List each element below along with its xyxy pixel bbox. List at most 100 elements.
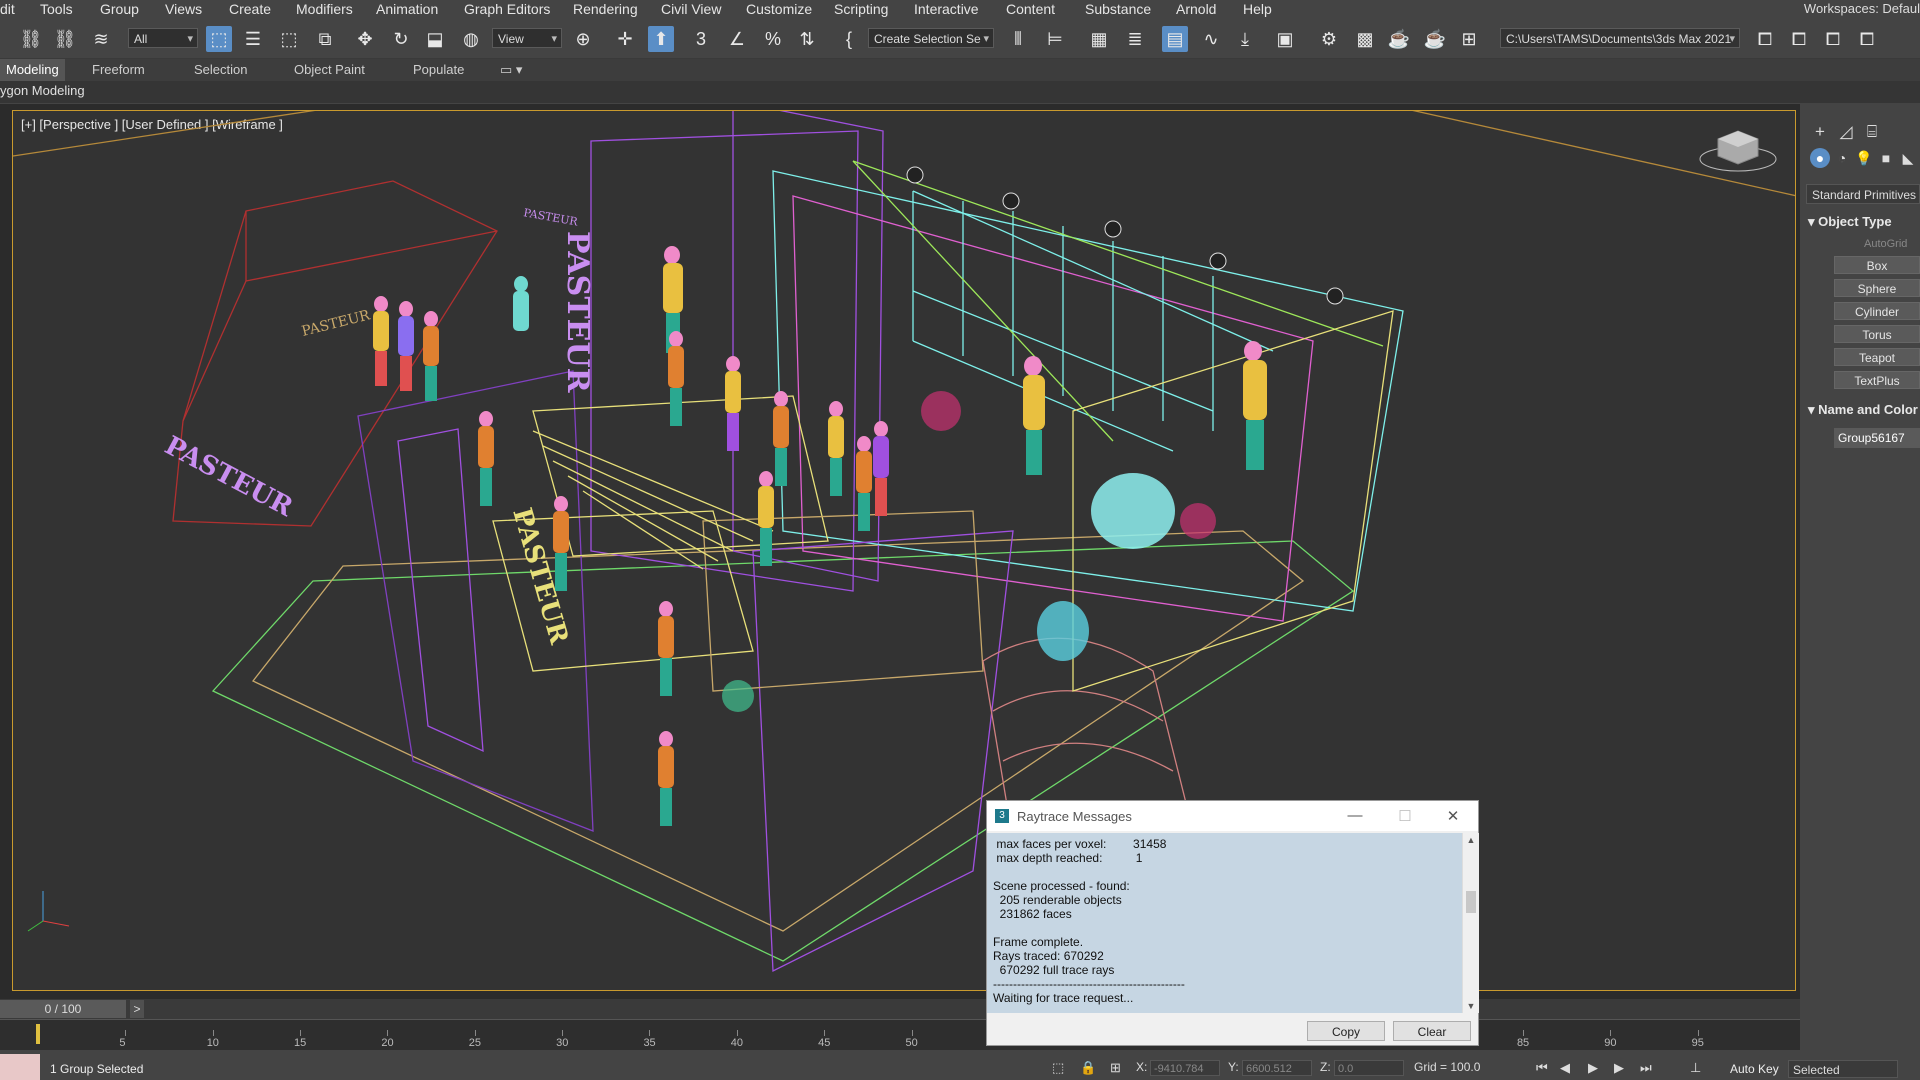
project-folder-select[interactable]: C:\Users\TAMS\Documents\3ds Max 2021	[1500, 28, 1740, 48]
key-filter-select[interactable]: Selected	[1788, 1060, 1898, 1078]
render-iterative-icon[interactable]: ☕	[1422, 26, 1448, 52]
pivot-center-icon[interactable]: ⊕	[570, 26, 596, 52]
percent-snap-icon[interactable]: %	[760, 26, 786, 52]
next-frame-button[interactable]: >	[130, 1000, 144, 1018]
menu-create[interactable]: Create	[229, 0, 271, 20]
helpers-icon[interactable]: ◣	[1898, 148, 1918, 168]
snaps-toggle-icon[interactable]: 3	[688, 26, 714, 52]
menu-tools[interactable]: Tools	[40, 0, 73, 20]
teapot-button[interactable]: Teapot	[1834, 348, 1920, 366]
z-coordinate-field[interactable]: 0.0	[1334, 1060, 1404, 1076]
perspective-viewport[interactable]: [+] [Perspective ] [User Defined ] [Wire…	[12, 110, 1796, 991]
maximize-icon[interactable]: ☐	[1397, 807, 1413, 825]
menu-content[interactable]: Content	[1006, 0, 1055, 20]
tab-modeling[interactable]: Modeling	[0, 59, 65, 81]
menu-customize[interactable]: Customize	[746, 0, 812, 20]
menu-animation[interactable]: Animation	[376, 0, 438, 20]
y-coordinate-field[interactable]: 6600.512	[1242, 1060, 1312, 1076]
named-selection-set-select[interactable]: Create Selection Se	[868, 28, 994, 48]
select-by-name-icon[interactable]: ☰	[240, 26, 266, 52]
menu-arnold[interactable]: Arnold	[1176, 0, 1216, 20]
menu-modifiers[interactable]: Modifiers	[296, 0, 353, 20]
layer-explorer-icon[interactable]: ≣	[1122, 26, 1148, 52]
hierarchy-tab-icon[interactable]: ⌸	[1862, 122, 1882, 142]
tab-freeform[interactable]: Freeform	[92, 59, 145, 81]
menu-group[interactable]: Group	[100, 0, 139, 20]
scroll-up-icon[interactable]: ▲	[1463, 835, 1479, 845]
menu-rendering[interactable]: Rendering	[573, 0, 638, 20]
tab-selection[interactable]: Selection	[194, 59, 247, 81]
previous-frame-icon[interactable]: ◀	[1560, 1060, 1570, 1076]
lights-icon[interactable]: 💡	[1854, 148, 1874, 168]
schematic-view-icon[interactable]: ⤓	[1232, 26, 1258, 52]
time-slider-thumb[interactable]: 0 / 100	[0, 1000, 126, 1018]
modify-tab-icon[interactable]: ◿	[1836, 122, 1856, 142]
scene-explorer-icon[interactable]: ▦	[1086, 26, 1112, 52]
torus-button[interactable]: Torus	[1834, 325, 1920, 343]
message-log[interactable]: max faces per voxel: 31458 max depth rea…	[987, 833, 1462, 1013]
spinner-snap-icon[interactable]: ⇅	[794, 26, 820, 52]
clear-button[interactable]: Clear	[1393, 1021, 1471, 1041]
align-icon[interactable]: ⊨	[1042, 26, 1068, 52]
unlink-icon[interactable]: ⛓	[52, 26, 78, 52]
workspaces-selector[interactable]: Workspaces: Defaul	[1804, 0, 1920, 20]
absolute-mode-icon[interactable]: ⊞	[1110, 1060, 1121, 1076]
next-frame-icon[interactable]: ▶	[1614, 1060, 1624, 1076]
menu-civil-view[interactable]: Civil View	[661, 0, 721, 20]
auto-key-button[interactable]: Auto Key	[1730, 1062, 1779, 1076]
edit-named-selection-icon[interactable]: {	[836, 26, 862, 52]
rect-selection-icon[interactable]: ⬚	[276, 26, 302, 52]
box-button[interactable]: Box	[1834, 256, 1920, 274]
x-coordinate-field[interactable]: -9410.784	[1150, 1060, 1220, 1076]
menu-views[interactable]: Views	[165, 0, 202, 20]
render-production-icon[interactable]: ☕	[1386, 26, 1412, 52]
ribbon-options-icon[interactable]: ▭ ▾	[500, 59, 522, 81]
menu-edit[interactable]: dit	[0, 0, 15, 20]
container-save-icon[interactable]: ⧠	[1820, 26, 1846, 52]
go-to-end-icon[interactable]: ⏭	[1640, 1060, 1652, 1076]
wireframe-scene[interactable]: PASTEUR PASTEUR PASTEUR PASTEUR PASTEUR	[13, 111, 1796, 991]
minimize-icon[interactable]: —	[1347, 807, 1363, 824]
curve-editor-icon[interactable]: ∿	[1198, 26, 1224, 52]
selection-lock-icon[interactable]: ⬚	[1052, 1060, 1064, 1076]
rendered-frame-window-icon[interactable]: ▩	[1352, 26, 1378, 52]
go-to-start-icon[interactable]: ⏮	[1536, 1060, 1548, 1076]
autogrid-checkbox[interactable]: AutoGrid	[1864, 238, 1907, 250]
object-type-rollout[interactable]: ▾ Object Type	[1808, 214, 1892, 230]
close-icon[interactable]: ✕	[1445, 807, 1461, 825]
set-key-icon[interactable]: ⊥	[1690, 1060, 1701, 1076]
ribbon-toggle-icon[interactable]: ▤	[1162, 26, 1188, 52]
message-scrollbar[interactable]: ▲ ▼	[1462, 833, 1479, 1013]
container-open-icon[interactable]: ⧠	[1786, 26, 1812, 52]
copy-button[interactable]: Copy	[1307, 1021, 1385, 1041]
menu-interactive[interactable]: Interactive	[914, 0, 979, 20]
object-name-field[interactable]: Group56167	[1834, 428, 1920, 448]
scrollbar-thumb[interactable]	[1466, 891, 1476, 913]
render-in-cloud-icon[interactable]: ⊞	[1456, 26, 1482, 52]
create-tab-icon[interactable]: +	[1810, 122, 1830, 142]
container-update-icon[interactable]: ⧠	[1854, 26, 1880, 52]
menu-substance[interactable]: Substance	[1085, 0, 1151, 20]
tab-populate[interactable]: Populate	[413, 59, 464, 81]
maxscript-listener-icon[interactable]	[0, 1054, 40, 1080]
selection-filter-select[interactable]: All	[128, 28, 198, 48]
render-setup-icon[interactable]: ⚙	[1316, 26, 1342, 52]
tab-object-paint[interactable]: Object Paint	[294, 59, 365, 81]
scroll-down-icon[interactable]: ▼	[1463, 1001, 1479, 1011]
bind-spacewarp-icon[interactable]: ≋	[88, 26, 114, 52]
rotate-icon[interactable]: ↻	[388, 26, 414, 52]
viewcube-icon[interactable]	[1699, 130, 1777, 172]
cameras-icon[interactable]: ■	[1876, 148, 1896, 168]
keyboard-shortcut-override-icon[interactable]: ⬆	[648, 26, 674, 52]
select-object-icon[interactable]: ⬚	[206, 26, 232, 52]
window-crossing-icon[interactable]: ⧉	[312, 26, 338, 52]
move-icon[interactable]: ✥	[352, 26, 378, 52]
select-manipulate-icon[interactable]: ✛	[612, 26, 638, 52]
current-frame-marker[interactable]	[36, 1024, 40, 1044]
link-icon[interactable]: ⛓	[18, 26, 44, 52]
primitive-category-select[interactable]: Standard Primitives	[1806, 184, 1920, 204]
reference-coordinate-select[interactable]: View	[492, 28, 562, 48]
dialog-titlebar[interactable]: 3 Raytrace Messages — ☐ ✕	[987, 801, 1478, 831]
lock-icon[interactable]: 🔒	[1080, 1060, 1096, 1076]
geometry-icon[interactable]: ●	[1810, 148, 1830, 168]
